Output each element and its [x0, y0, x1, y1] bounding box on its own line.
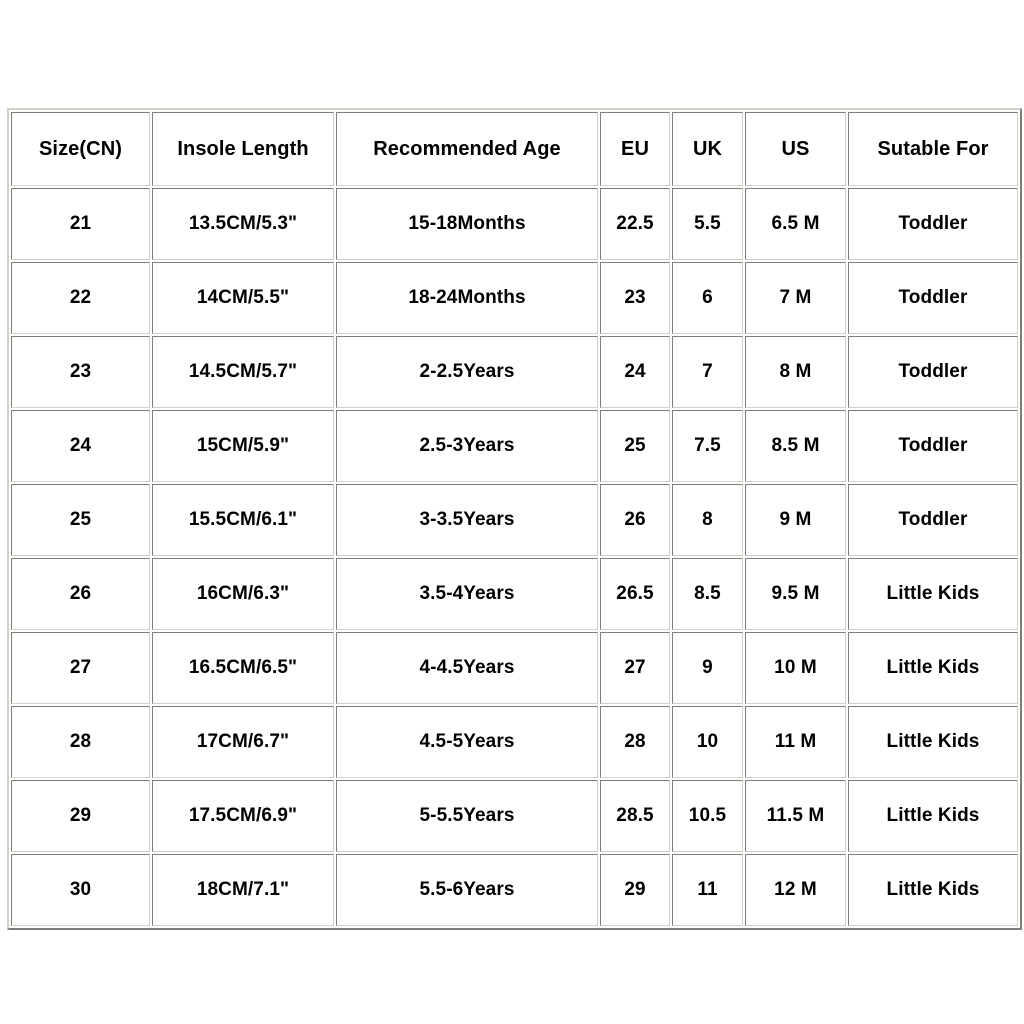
cell-suitable-for: Little Kids — [848, 706, 1018, 778]
cell-size-cn: 26 — [11, 558, 150, 630]
cell-recommended-age: 4.5-5Years — [336, 706, 598, 778]
cell-suitable-for: Toddler — [848, 188, 1018, 260]
cell-recommended-age: 2.5-3Years — [336, 410, 598, 482]
cell-suitable-for: Toddler — [848, 262, 1018, 334]
table-row: 28 17CM/6.7" 4.5-5Years 28 10 11 M Littl… — [11, 706, 1018, 778]
cell-recommended-age: 4-4.5Years — [336, 632, 598, 704]
cell-insole-length: 13.5CM/5.3" — [152, 188, 334, 260]
cell-uk: 10 — [672, 706, 743, 778]
cell-uk: 8.5 — [672, 558, 743, 630]
column-header-eu: EU — [600, 112, 670, 186]
cell-eu: 27 — [600, 632, 670, 704]
column-header-uk: UK — [672, 112, 743, 186]
cell-insole-length: 15CM/5.9" — [152, 410, 334, 482]
cell-suitable-for: Little Kids — [848, 780, 1018, 852]
cell-uk: 7 — [672, 336, 743, 408]
cell-uk: 10.5 — [672, 780, 743, 852]
column-header-suitable-for: Sutable For — [848, 112, 1018, 186]
table-header: Size(CN) Insole Length Recommended Age E… — [11, 112, 1018, 186]
cell-uk: 6 — [672, 262, 743, 334]
cell-us: 6.5 M — [745, 188, 846, 260]
cell-eu: 25 — [600, 410, 670, 482]
column-header-size-cn: Size(CN) — [11, 112, 150, 186]
cell-us: 9.5 M — [745, 558, 846, 630]
cell-suitable-for: Little Kids — [848, 854, 1018, 926]
cell-us: 12 M — [745, 854, 846, 926]
cell-insole-length: 14CM/5.5" — [152, 262, 334, 334]
table-row: 22 14CM/5.5" 18-24Months 23 6 7 M Toddle… — [11, 262, 1018, 334]
table-row: 23 14.5CM/5.7" 2-2.5Years 24 7 8 M Toddl… — [11, 336, 1018, 408]
cell-size-cn: 28 — [11, 706, 150, 778]
cell-eu: 26.5 — [600, 558, 670, 630]
table-row: 29 17.5CM/6.9" 5-5.5Years 28.5 10.5 11.5… — [11, 780, 1018, 852]
table-row: 21 13.5CM/5.3" 15-18Months 22.5 5.5 6.5 … — [11, 188, 1018, 260]
cell-size-cn: 30 — [11, 854, 150, 926]
cell-size-cn: 24 — [11, 410, 150, 482]
cell-recommended-age: 2-2.5Years — [336, 336, 598, 408]
cell-size-cn: 27 — [11, 632, 150, 704]
cell-eu: 28 — [600, 706, 670, 778]
cell-us: 11.5 M — [745, 780, 846, 852]
cell-suitable-for: Little Kids — [848, 558, 1018, 630]
column-header-recommended-age: Recommended Age — [336, 112, 598, 186]
cell-suitable-for: Toddler — [848, 410, 1018, 482]
cell-eu: 23 — [600, 262, 670, 334]
cell-suitable-for: Toddler — [848, 336, 1018, 408]
table-row: 27 16.5CM/6.5" 4-4.5Years 27 9 10 M Litt… — [11, 632, 1018, 704]
cell-eu: 24 — [600, 336, 670, 408]
cell-size-cn: 23 — [11, 336, 150, 408]
cell-recommended-age: 15-18Months — [336, 188, 598, 260]
cell-eu: 22.5 — [600, 188, 670, 260]
cell-recommended-age: 3.5-4Years — [336, 558, 598, 630]
cell-insole-length: 16.5CM/6.5" — [152, 632, 334, 704]
shoe-size-chart-table: Size(CN) Insole Length Recommended Age E… — [7, 108, 1022, 930]
cell-us: 7 M — [745, 262, 846, 334]
cell-insole-length: 15.5CM/6.1" — [152, 484, 334, 556]
cell-suitable-for: Little Kids — [848, 632, 1018, 704]
cell-uk: 11 — [672, 854, 743, 926]
cell-eu: 26 — [600, 484, 670, 556]
table-row: 30 18CM/7.1" 5.5-6Years 29 11 12 M Littl… — [11, 854, 1018, 926]
cell-recommended-age: 18-24Months — [336, 262, 598, 334]
table-body: 21 13.5CM/5.3" 15-18Months 22.5 5.5 6.5 … — [11, 188, 1018, 926]
cell-us: 8 M — [745, 336, 846, 408]
cell-eu: 28.5 — [600, 780, 670, 852]
cell-us: 8.5 M — [745, 410, 846, 482]
cell-us: 10 M — [745, 632, 846, 704]
table-row: 26 16CM/6.3" 3.5-4Years 26.5 8.5 9.5 M L… — [11, 558, 1018, 630]
table-header-row: Size(CN) Insole Length Recommended Age E… — [11, 112, 1018, 186]
cell-us: 11 M — [745, 706, 846, 778]
column-header-insole-length: Insole Length — [152, 112, 334, 186]
cell-size-cn: 25 — [11, 484, 150, 556]
cell-recommended-age: 5-5.5Years — [336, 780, 598, 852]
cell-insole-length: 17.5CM/6.9" — [152, 780, 334, 852]
cell-uk: 7.5 — [672, 410, 743, 482]
cell-eu: 29 — [600, 854, 670, 926]
cell-insole-length: 17CM/6.7" — [152, 706, 334, 778]
cell-insole-length: 16CM/6.3" — [152, 558, 334, 630]
table-row: 25 15.5CM/6.1" 3-3.5Years 26 8 9 M Toddl… — [11, 484, 1018, 556]
page-root: Size(CN) Insole Length Recommended Age E… — [0, 0, 1024, 1024]
cell-insole-length: 14.5CM/5.7" — [152, 336, 334, 408]
cell-recommended-age: 5.5-6Years — [336, 854, 598, 926]
cell-us: 9 M — [745, 484, 846, 556]
cell-recommended-age: 3-3.5Years — [336, 484, 598, 556]
cell-uk: 9 — [672, 632, 743, 704]
cell-insole-length: 18CM/7.1" — [152, 854, 334, 926]
column-header-us: US — [745, 112, 846, 186]
size-chart-container: Size(CN) Insole Length Recommended Age E… — [7, 108, 1022, 930]
cell-size-cn: 22 — [11, 262, 150, 334]
cell-uk: 8 — [672, 484, 743, 556]
cell-size-cn: 29 — [11, 780, 150, 852]
cell-uk: 5.5 — [672, 188, 743, 260]
cell-suitable-for: Toddler — [848, 484, 1018, 556]
table-row: 24 15CM/5.9" 2.5-3Years 25 7.5 8.5 M Tod… — [11, 410, 1018, 482]
cell-size-cn: 21 — [11, 188, 150, 260]
